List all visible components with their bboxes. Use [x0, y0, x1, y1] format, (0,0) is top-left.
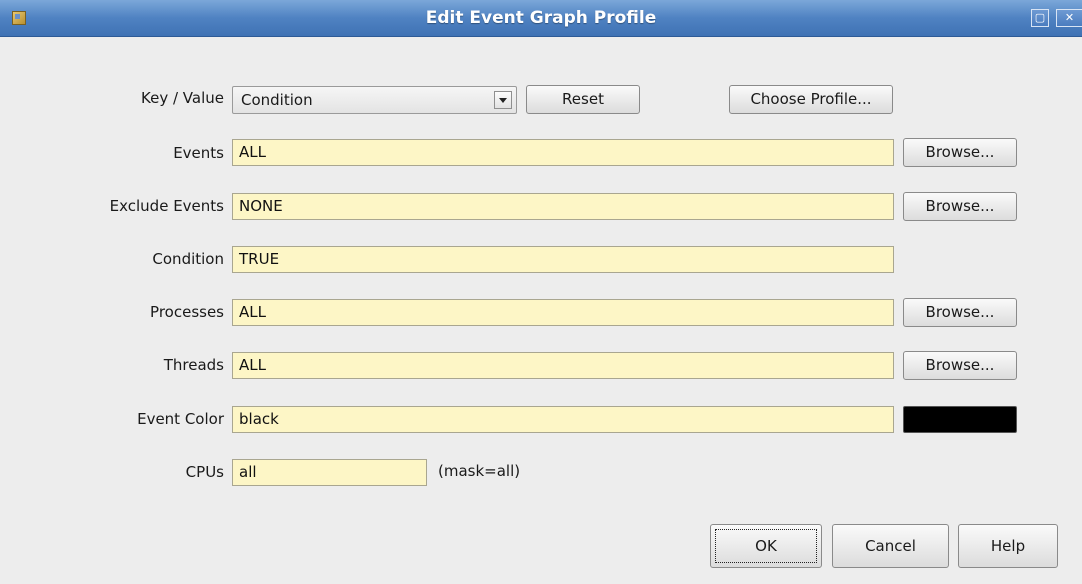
event-color-label: Event Color: [137, 410, 224, 428]
focus-ring: [715, 529, 817, 563]
cancel-button[interactable]: Cancel: [832, 524, 949, 568]
condition-field[interactable]: TRUE: [232, 246, 894, 273]
threads-field[interactable]: ALL: [232, 352, 894, 379]
title-bar[interactable]: Edit Event Graph Profile ▢ ✕: [0, 0, 1082, 37]
cpu-mask-text: (mask=all): [438, 462, 521, 480]
processes-label: Processes: [150, 303, 224, 321]
key-value-select[interactable]: Condition: [232, 86, 517, 114]
threads-browse-button[interactable]: Browse...: [903, 351, 1017, 380]
window-title: Edit Event Graph Profile: [425, 8, 657, 28]
exclude-events-browse-button[interactable]: Browse...: [903, 192, 1017, 221]
exclude-events-field[interactable]: NONE: [232, 193, 894, 220]
help-button[interactable]: Help: [958, 524, 1058, 568]
dialog-body: Key / Value Condition Reset Choose Profi…: [0, 37, 1082, 584]
choose-profile-button[interactable]: Choose Profile...: [729, 85, 893, 114]
events-browse-button[interactable]: Browse...: [903, 138, 1017, 167]
exclude-events-label: Exclude Events: [109, 197, 224, 215]
event-color-swatch-button[interactable]: [903, 406, 1017, 433]
close-icon[interactable]: ✕: [1056, 9, 1082, 27]
cpus-field[interactable]: all: [232, 459, 427, 486]
cpus-label: CPUs: [185, 463, 224, 481]
condition-label: Condition: [152, 250, 224, 268]
chevron-down-icon[interactable]: [494, 91, 512, 109]
ok-button[interactable]: OK: [710, 524, 822, 568]
events-label: Events: [173, 144, 224, 162]
reset-button[interactable]: Reset: [526, 85, 640, 114]
key-value-selected: Condition: [241, 91, 313, 109]
events-field[interactable]: ALL: [232, 139, 894, 166]
event-color-field[interactable]: black: [232, 406, 894, 433]
key-value-label: Key / Value: [141, 89, 224, 107]
threads-label: Threads: [163, 356, 224, 374]
maximize-icon[interactable]: ▢: [1031, 9, 1049, 27]
processes-browse-button[interactable]: Browse...: [903, 298, 1017, 327]
processes-field[interactable]: ALL: [232, 299, 894, 326]
